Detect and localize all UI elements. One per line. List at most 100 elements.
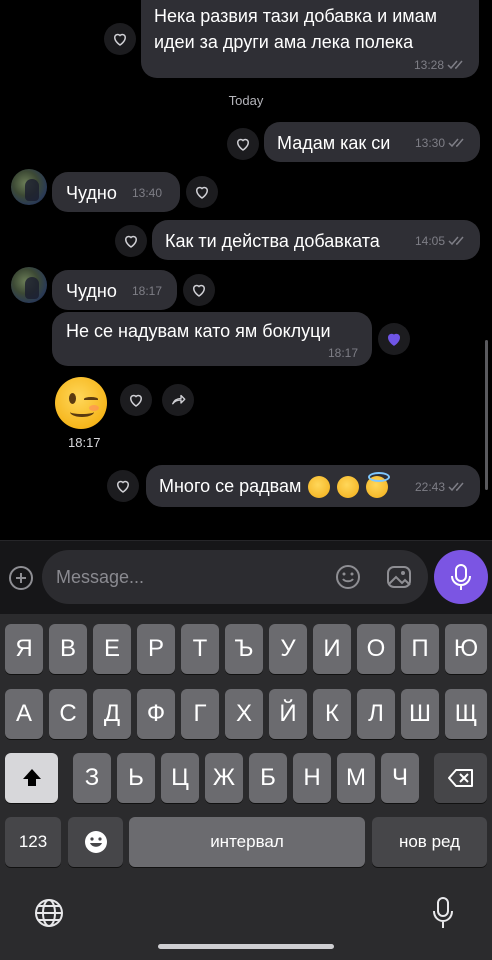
backspace-key[interactable]: [434, 753, 487, 803]
microphone-icon: [451, 564, 471, 590]
key[interactable]: Р: [137, 624, 175, 674]
like-button[interactable]: [186, 176, 218, 208]
double-check-icon: [447, 60, 463, 70]
message-text: Нека развия тази добавка и имам: [154, 6, 438, 26]
key[interactable]: Щ: [445, 689, 487, 739]
message-time: 18:17: [68, 435, 101, 450]
squinting-tongue-face-icon: [308, 476, 331, 499]
key[interactable]: Ъ: [225, 624, 263, 674]
contact-avatar[interactable]: [11, 267, 47, 303]
message-time: 14:05: [414, 234, 445, 248]
message-input-placeholder: Message...: [56, 567, 145, 587]
key[interactable]: Ь: [117, 753, 155, 803]
key[interactable]: Б: [249, 753, 287, 803]
plus-icon: [16, 573, 26, 583]
chat-area[interactable]: Нека развия тази добавка и имам идеи за …: [0, 0, 492, 540]
like-button[interactable]: [227, 128, 259, 160]
key[interactable]: Н: [293, 753, 331, 803]
message-text: идеи за други ама лека полека: [154, 32, 414, 52]
heart-icon: [124, 235, 138, 248]
message-meta: 13:28: [414, 58, 467, 72]
heart-icon: [116, 480, 130, 493]
heart-icon: [192, 284, 206, 297]
return-key[interactable]: нов ред: [372, 817, 487, 867]
double-check-icon: [448, 138, 464, 148]
key[interactable]: А: [5, 689, 43, 739]
message-time: 18:17: [328, 346, 359, 360]
key[interactable]: Т: [181, 624, 219, 674]
numbers-key[interactable]: 123: [5, 817, 61, 867]
home-indicator: [158, 944, 334, 949]
like-button-active[interactable]: [378, 323, 410, 355]
smiley-icon[interactable]: [335, 564, 361, 590]
key[interactable]: Л: [357, 689, 395, 739]
message-text: Мадам как си: [277, 133, 391, 153]
message-time: 22:43: [414, 480, 445, 494]
like-button[interactable]: [107, 470, 139, 502]
double-check-icon: [448, 236, 464, 246]
smiling-halo-face-icon: [366, 472, 391, 499]
message-text: Не се надувам като ям боклуци: [66, 321, 331, 341]
key[interactable]: У: [269, 624, 307, 674]
key[interactable]: Е: [93, 624, 131, 674]
space-key[interactable]: интервал: [129, 817, 365, 867]
key[interactable]: Й: [269, 689, 307, 739]
key[interactable]: Ц: [161, 753, 199, 803]
key[interactable]: О: [357, 624, 395, 674]
voice-record-button[interactable]: [434, 550, 488, 604]
key[interactable]: М: [337, 753, 375, 803]
key[interactable]: К: [313, 689, 351, 739]
message-text: Как ти действа добавката: [165, 231, 380, 251]
like-button[interactable]: [183, 274, 215, 306]
message-time: 13:30: [414, 136, 445, 150]
message-bubble-incoming[interactable]: Чудно 13:40: [52, 172, 180, 212]
attach-button[interactable]: [9, 566, 33, 590]
key[interactable]: З: [73, 753, 111, 803]
message-text: Чудно: [66, 281, 117, 301]
contact-avatar[interactable]: [11, 169, 47, 205]
share-button[interactable]: [162, 384, 194, 416]
like-button[interactable]: [120, 384, 152, 416]
like-button[interactable]: [115, 225, 147, 257]
message-bubble-outgoing[interactable]: Много се радвам 22:43: [146, 465, 480, 507]
message-meta: 14:05: [415, 234, 468, 248]
emoji-key[interactable]: [68, 817, 123, 867]
key[interactable]: Д: [93, 689, 131, 739]
key[interactable]: И: [313, 624, 351, 674]
key[interactable]: В: [49, 624, 87, 674]
heart-icon: [129, 394, 143, 407]
key[interactable]: Ф: [137, 689, 175, 739]
message-bubble-incoming[interactable]: Не се надувам като ям боклуци 18:17: [52, 312, 372, 366]
key[interactable]: Ж: [205, 753, 243, 803]
message-bubble-outgoing[interactable]: Мадам как си 13:30: [264, 122, 480, 162]
shift-key[interactable]: [5, 753, 58, 803]
like-button[interactable]: [104, 23, 136, 55]
key[interactable]: С: [49, 689, 87, 739]
heart-icon: [113, 33, 127, 46]
message-bubble-outgoing[interactable]: Как ти действа добавката 14:05: [152, 220, 480, 260]
key[interactable]: П: [401, 624, 439, 674]
dictation-mic-icon[interactable]: [431, 896, 455, 930]
message-bubble-outgoing[interactable]: Нека развия тази добавка и имам идеи за …: [141, 0, 479, 78]
winking-face-icon: [337, 476, 360, 499]
key[interactable]: Г: [181, 689, 219, 739]
emoji-face-icon: [84, 831, 107, 853]
key[interactable]: Ч: [381, 753, 419, 803]
gallery-icon[interactable]: [386, 564, 412, 590]
message-text: Чудно: [66, 183, 117, 203]
message-meta: 22:43: [415, 480, 468, 494]
winking-face-emoji[interactable]: [55, 377, 107, 429]
key[interactable]: Х: [225, 689, 263, 739]
message-text-content: Много се радвам: [159, 476, 302, 496]
key[interactable]: Ш: [401, 689, 439, 739]
scrollbar[interactable]: [485, 340, 488, 490]
key[interactable]: Ю: [445, 624, 487, 674]
heart-icon: [195, 186, 209, 199]
forward-arrow-icon: [172, 394, 186, 405]
message-time: 13:40: [132, 186, 163, 200]
double-check-icon: [448, 482, 464, 492]
backspace-icon: [447, 769, 473, 787]
message-bubble-incoming[interactable]: Чудно 18:17: [52, 270, 177, 310]
key[interactable]: Я: [5, 624, 43, 674]
globe-icon[interactable]: [34, 898, 64, 928]
